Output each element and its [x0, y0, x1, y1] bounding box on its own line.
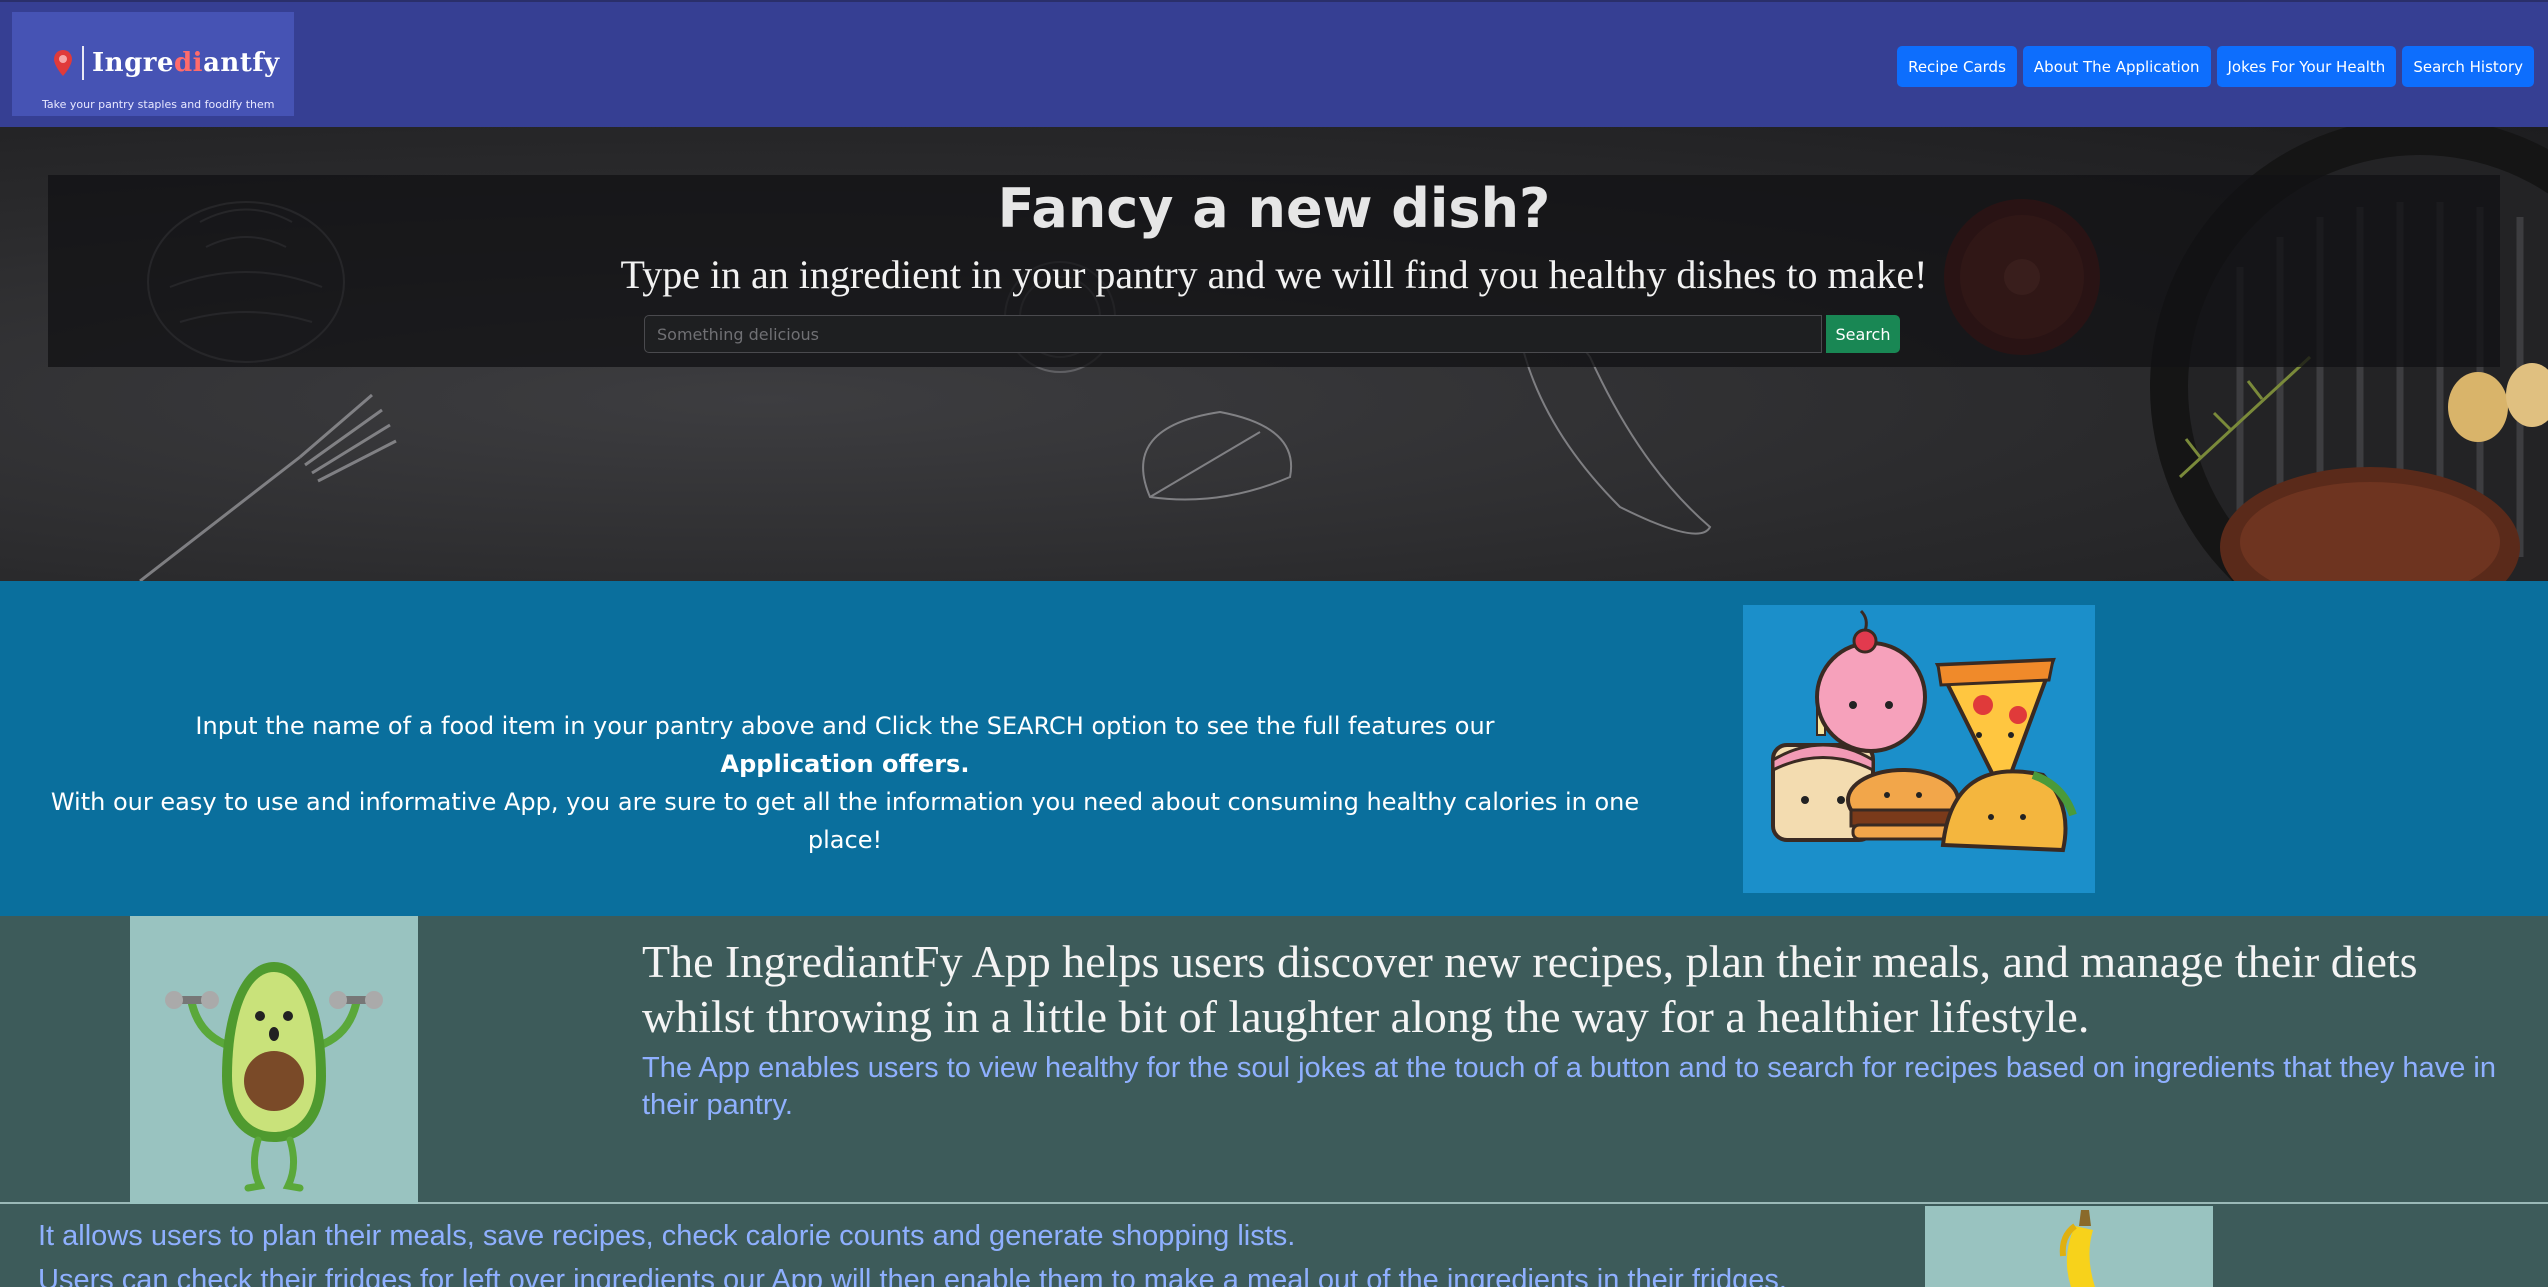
brand-logo-row: Ingrediantfy: [52, 46, 280, 80]
ingredient-search-input[interactable]: [644, 315, 1822, 353]
banana-illustration: [1925, 1206, 2213, 1287]
more-features-section: It allows users to plan their meals, sav…: [0, 1206, 2548, 1287]
about-heading: The IngrediantFy App helps users discove…: [642, 936, 2418, 1042]
hero-title: Fancy a new dish?: [997, 177, 1551, 240]
nav-search-history-button[interactable]: Search History: [2402, 46, 2534, 87]
brand-divider: [82, 46, 84, 80]
nav-jokes-button[interactable]: Jokes For Your Health: [2216, 46, 2397, 87]
search-bar: Search: [644, 315, 1900, 353]
nav-about-button[interactable]: About The Application: [2022, 46, 2211, 87]
features-line-2: Application offers.: [720, 750, 970, 778]
features-text: Input the name of a food item in your pa…: [40, 707, 1650, 859]
features-line-1: Input the name of a food item in your pa…: [195, 712, 1495, 740]
nav-menu: Recipe Cards About The Application Jokes…: [1897, 46, 2534, 87]
more-features-line-1: It allows users to plan their meals, sav…: [38, 1220, 1296, 1252]
about-subtext: The App enables users to view healthy fo…: [642, 1052, 2496, 1121]
avocado-illustration: [130, 916, 418, 1204]
hero-subtitle: Type in an ingredient in your pantry and…: [620, 252, 1928, 297]
nav-recipe-cards-button[interactable]: Recipe Cards: [1897, 46, 2017, 87]
brand-title: Ingrediantfy: [92, 48, 280, 78]
about-section: The IngrediantFy App helps users discove…: [0, 916, 2548, 1204]
hero-section: Fancy a new dish? Type in an ingredient …: [0, 127, 2548, 581]
search-button[interactable]: Search: [1826, 315, 1900, 353]
features-line-3: With our easy to use and informative App…: [50, 788, 1640, 854]
food-friends-illustration: [1743, 605, 2095, 893]
features-section: Input the name of a food item in your pa…: [0, 581, 2548, 916]
more-features-line-2: Users can check their fridges for left o…: [38, 1264, 1787, 1287]
map-pin-icon: [52, 48, 74, 78]
brand-tagline: Take your pantry staples and foodify the…: [42, 98, 275, 111]
brand-logo[interactable]: Ingrediantfy Take your pantry staples an…: [12, 12, 294, 116]
top-navbar: Ingrediantfy Take your pantry staples an…: [0, 0, 2548, 127]
